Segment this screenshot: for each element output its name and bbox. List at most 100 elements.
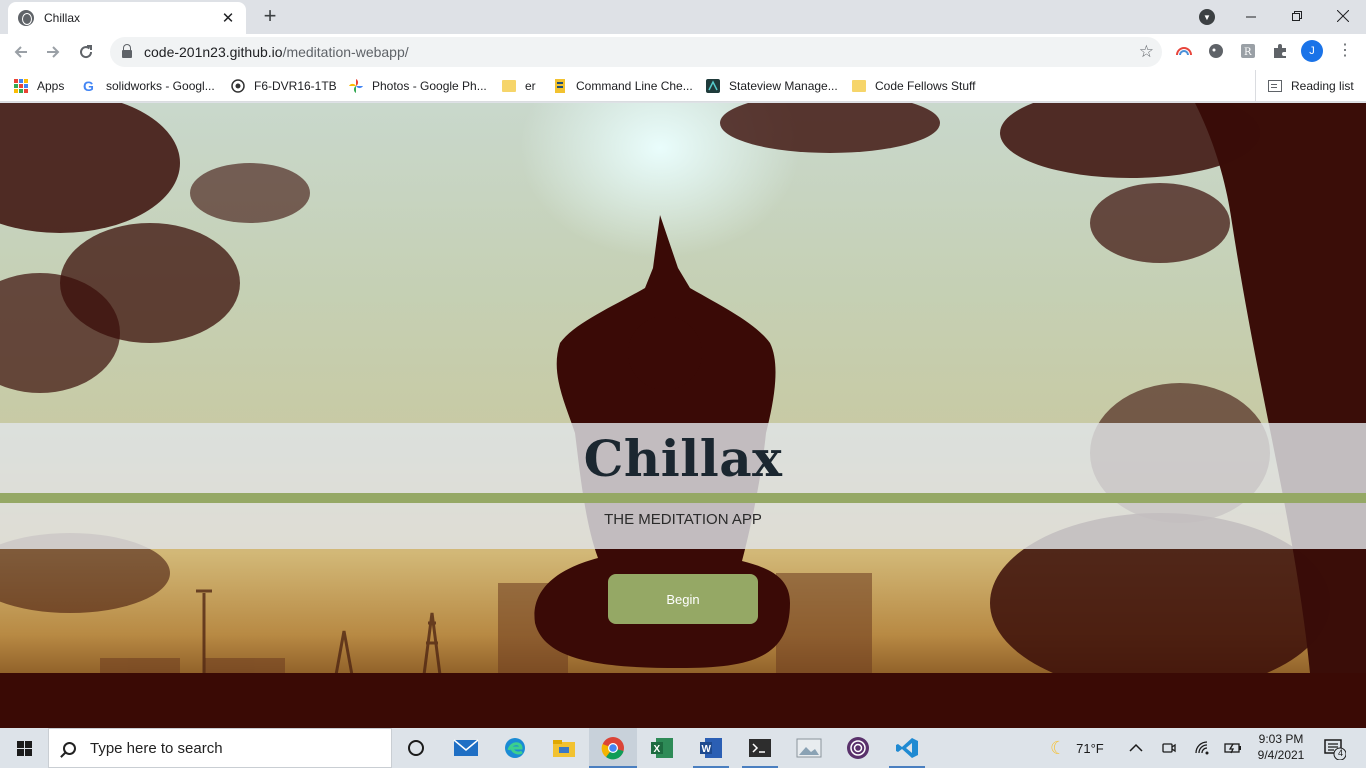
clock-time: 9:03 PM [1258,732,1304,746]
tab-search-icon[interactable]: ▼ [1199,9,1215,25]
lock-icon[interactable] [122,44,132,58]
command-line-icon [555,79,565,93]
bookmark-label: Photos - Google Ph... [372,79,487,93]
word-icon: W [700,738,722,758]
google-icon: G [83,78,94,94]
bookmark-dvr[interactable]: F6-DVR16-1TB [230,76,337,96]
taskbar-search-box[interactable]: Type here to search [48,728,392,768]
start-button[interactable] [0,728,48,768]
url-path: /meditation-webapp/ [282,44,409,60]
bookmark-solidworks[interactable]: G solidworks - Googl... [82,76,215,96]
back-button[interactable] [10,41,32,63]
svg-text:W: W [702,744,712,755]
google-photos-icon [349,79,363,93]
wifi-icon [1195,741,1209,755]
bookmarks-bar: Apps G solidworks - Googl... F6-DVR16-1T… [0,70,1366,102]
taskbar-word[interactable]: W [687,728,735,768]
excel-icon: X [651,738,673,758]
weather-widget[interactable]: ☾ 71°F [1050,728,1104,768]
svg-text:X: X [654,744,661,755]
accent-stripe [0,493,1366,503]
profile-avatar[interactable]: J [1301,40,1323,62]
bookmark-stateview[interactable]: Stateview Manage... [705,76,838,96]
folder-icon [852,80,866,92]
bookmark-apps[interactable]: Apps [14,76,64,96]
url-text[interactable]: code-201n23.github.io/meditation-webapp/ [144,44,409,60]
elephant-extension-icon[interactable] [1207,42,1225,60]
globe-icon [18,10,34,26]
taskbar-excel[interactable]: X [638,728,686,768]
browser-tab[interactable]: Chillax ✕ [8,2,246,34]
hero-background-image [0,103,1366,693]
svg-text:G: G [83,78,94,94]
forward-arrow-icon [47,46,60,58]
vscode-icon [896,738,918,758]
reload-button[interactable] [75,41,97,63]
stateview-icon [706,79,720,93]
file-explorer-icon [553,740,575,757]
terminal-icon [749,739,771,757]
browser-tab-strip: Chillax ✕ + ▼ [0,0,1366,34]
browser-toolbar: code-201n23.github.io/meditation-webapp/… [0,34,1366,70]
edge-icon [505,738,525,758]
taskbar-vscode[interactable] [883,728,931,768]
bookmark-label: er [525,79,536,93]
bookmark-label: solidworks - Googl... [106,79,215,93]
bookmark-label: Command Line Che... [576,79,693,93]
close-icon [1337,10,1349,22]
taskbar-chrome[interactable] [589,728,637,768]
clock-date: 9/4/2021 [1257,748,1305,762]
search-placeholder: Type here to search [90,739,223,757]
bookmark-label: F6-DVR16-1TB [254,79,337,93]
bookmark-label: Stateview Manage... [729,79,838,93]
folder-icon [502,80,516,92]
bookmark-google-photos[interactable]: Photos - Google Ph... [348,76,487,96]
reading-list-button[interactable]: Reading list [1255,70,1354,101]
bookmark-command-line[interactable]: Command Line Che... [552,76,693,96]
puzzle-extensions-icon[interactable] [1271,42,1289,60]
windows-logo-icon [16,740,32,756]
bookmark-folder-er[interactable]: er [502,76,536,96]
tab-title: Chillax [44,11,81,25]
reading-list-icon [1268,79,1282,92]
forward-button[interactable] [42,41,64,63]
reload-icon [80,45,93,59]
taskbar-photos-viewer[interactable] [785,728,833,768]
moon-weather-icon: ☾ [1050,737,1067,758]
chrome-icon [601,737,624,760]
bookmark-label: Code Fellows Stuff [875,79,976,93]
meet-now-button[interactable] [1161,728,1177,768]
taskbar-clock[interactable]: 9:03 PM 9/4/2021 [1240,731,1322,763]
cortana-button[interactable] [392,728,440,768]
address-bar[interactable]: code-201n23.github.io/meditation-webapp/… [110,37,1162,67]
chevron-up-icon [1129,743,1143,752]
reader-extension-icon[interactable]: R [1239,42,1257,60]
show-hidden-icons-button[interactable] [1129,728,1143,768]
begin-button[interactable]: Begin [608,574,758,624]
action-center-button[interactable]: 4 [1322,736,1347,761]
page-tagline: THE MEDITATION APP [604,511,762,528]
minimize-button[interactable] [1228,0,1274,32]
new-tab-button[interactable]: + [258,5,282,29]
restore-icon [1291,10,1302,21]
tab-close-button[interactable]: ✕ [220,9,236,27]
weather-temperature: 71°F [1076,740,1104,756]
taskbar-file-explorer[interactable] [540,728,588,768]
bookmark-star-icon[interactable]: ☆ [1139,42,1154,62]
meet-now-icon [1162,743,1176,753]
url-host: code-201n23.github.io [144,44,283,60]
taskbar-edge[interactable] [491,728,539,768]
restore-button[interactable] [1274,0,1320,32]
menu-kebab-icon[interactable]: ⋮ [1337,42,1353,60]
taskbar-terminal[interactable] [736,728,784,768]
svg-text:R: R [1244,47,1252,58]
taskbar-tor-browser[interactable] [834,728,882,768]
bookmark-label: Apps [37,79,65,93]
network-button[interactable] [1194,728,1210,768]
taskbar-mail[interactable] [442,728,490,768]
close-window-button[interactable] [1320,0,1366,32]
rainbow-extension-icon[interactable] [1175,42,1193,60]
bookmark-folder-code-fellows[interactable]: Code Fellows Stuff [852,76,976,96]
apps-grid-icon [14,79,28,93]
reading-list-label: Reading list [1291,78,1354,93]
